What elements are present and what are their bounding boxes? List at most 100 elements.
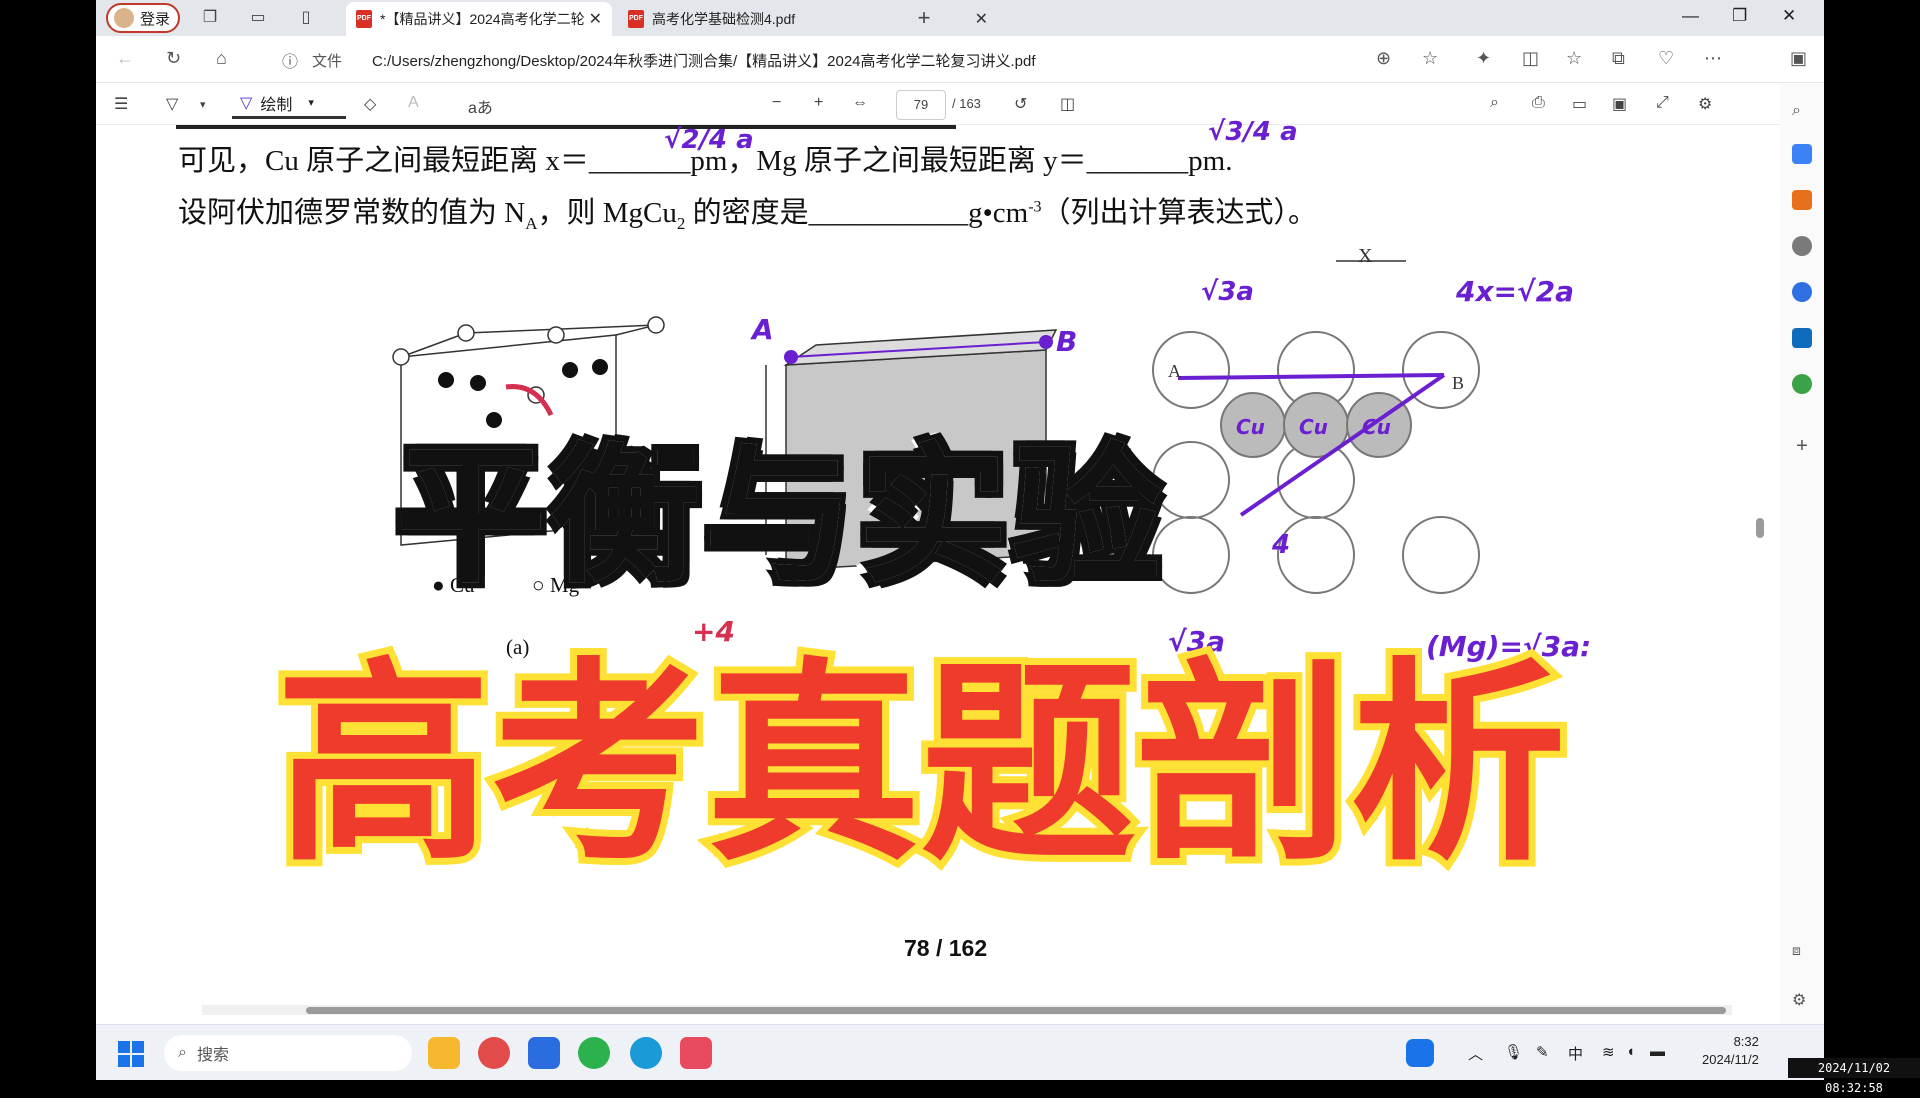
- close-tab-icon[interactable]: ✕: [975, 9, 988, 29]
- outlook-icon[interactable]: [1792, 328, 1812, 348]
- chevron-down-icon[interactable]: ▾: [200, 98, 206, 111]
- fullscreen-icon[interactable]: ⤢: [1656, 94, 1669, 112]
- handwritten-label: A: [752, 313, 774, 346]
- battery-icon[interactable]: ▬: [1650, 1043, 1665, 1060]
- zoom-in-icon[interactable]: +: [814, 94, 823, 112]
- wifi-icon[interactable]: ≋: [1602, 1043, 1615, 1061]
- screenshot-icon[interactable]: ⧈: [1792, 942, 1812, 962]
- horizontal-scrollbar[interactable]: [202, 1005, 1732, 1015]
- search-placeholder: 搜索: [196, 1047, 229, 1064]
- tag-icon[interactable]: [1792, 144, 1812, 164]
- refresh-icon[interactable]: ↻: [166, 48, 181, 69]
- pen-icon: ▽: [240, 94, 253, 112]
- save-as-icon[interactable]: ▣: [1612, 94, 1627, 114]
- handwritten-answer-x: √2/4 a: [664, 125, 754, 155]
- settings-icon[interactable]: ⚙: [1792, 990, 1812, 1010]
- file-explorer-icon[interactable]: [428, 1037, 460, 1069]
- handwritten-label: Cu: [1299, 415, 1328, 439]
- scrollbar-thumb[interactable]: [306, 1007, 1726, 1014]
- pen-icon[interactable]: ✎: [1536, 1043, 1549, 1061]
- volume-icon[interactable]: ◖: [1626, 1043, 1635, 1060]
- copilot-icon[interactable]: [1792, 282, 1812, 302]
- games-icon[interactable]: [1792, 236, 1812, 256]
- split-screen-icon[interactable]: ◫: [1522, 48, 1539, 69]
- handwritten-label: √3a: [1201, 277, 1254, 307]
- edge-sidebar: ⌕ + ⧈ ⚙: [1780, 84, 1824, 1024]
- pdf-icon: PDF: [628, 10, 644, 28]
- read-aloud-button[interactable]: aあ: [468, 94, 493, 118]
- draw-button[interactable]: ▽ 绘制 ▾: [232, 89, 346, 119]
- minimize-icon[interactable]: —: [1682, 6, 1699, 26]
- file-label: 文件: [312, 53, 343, 70]
- more-icon[interactable]: ⋯: [1704, 48, 1722, 69]
- print-icon[interactable]: ⎙: [1532, 94, 1545, 112]
- zoom-icon[interactable]: ⊕: [1376, 48, 1391, 69]
- highlight-icon[interactable]: ▽: [166, 94, 178, 114]
- sidebar-toggle-icon[interactable]: ▣: [1790, 48, 1807, 69]
- add-icon[interactable]: +: [1792, 436, 1812, 456]
- tab-active-pdf[interactable]: PDF *【精品讲义】2024高考化学二轮 ✕: [346, 2, 612, 36]
- rotate-icon[interactable]: ↺: [1014, 94, 1027, 114]
- chevron-down-icon: ▾: [308, 97, 314, 109]
- draw-label: 绘制: [260, 96, 293, 114]
- toolbox-icon[interactable]: [1792, 190, 1812, 210]
- search-icon[interactable]: ⌕: [1490, 94, 1499, 112]
- search-icon[interactable]: ⌕: [1792, 102, 1812, 122]
- search-icon: ⌕: [178, 1044, 187, 1061]
- page-icon[interactable]: ▯: [296, 8, 316, 28]
- save-icon[interactable]: ▭: [1572, 94, 1587, 114]
- restore-icon[interactable]: ❐: [1732, 6, 1747, 26]
- wps-icon[interactable]: [680, 1037, 712, 1069]
- login-button[interactable]: 登录: [106, 3, 180, 33]
- chevron-up-icon[interactable]: ︿: [1468, 1043, 1483, 1064]
- microphone-icon[interactable]: 🎙: [1504, 1043, 1523, 1061]
- favorites-icon[interactable]: ☆: [1566, 48, 1582, 69]
- fit-width-icon[interactable]: ⇔: [852, 94, 868, 112]
- close-tab-icon[interactable]: ✕: [589, 9, 602, 29]
- contents-icon[interactable]: ☰: [114, 94, 128, 114]
- login-label: 登录: [140, 10, 171, 28]
- handwritten-label: 4: [1272, 530, 1291, 560]
- handwritten-label: Cu: [1362, 415, 1391, 439]
- tab-title: *【精品讲义】2024高考化学二轮: [380, 11, 585, 27]
- favorite-icon[interactable]: ☆: [1422, 48, 1438, 69]
- extensions-icon[interactable]: ✦: [1476, 48, 1491, 69]
- handwritten-answer-y: √3/4 a: [1208, 117, 1298, 147]
- eraser-icon[interactable]: ◇: [364, 94, 376, 114]
- tab-actions-icon[interactable]: ▭: [248, 8, 268, 28]
- tab-title: 高考化学基础检测4.pdf: [652, 11, 796, 27]
- browser-essentials-icon[interactable]: ♡: [1658, 48, 1674, 69]
- system-clock[interactable]: 8:32 2024/11/2: [1702, 1033, 1759, 1069]
- text-size-icon[interactable]: A: [408, 94, 419, 112]
- vertical-scrollbar[interactable]: [1756, 518, 1764, 538]
- edge-icon[interactable]: [630, 1037, 662, 1069]
- workspaces-icon[interactable]: ❐: [200, 8, 220, 28]
- tab-pdf-2[interactable]: PDF 高考化学基础检测4.pdf ✕: [618, 2, 998, 36]
- widget-icon[interactable]: [1406, 1039, 1434, 1067]
- wechat-icon[interactable]: [578, 1037, 610, 1069]
- netease-music-icon[interactable]: [478, 1037, 510, 1069]
- circle-label: A: [1168, 361, 1181, 381]
- settings-icon[interactable]: ⚙: [1698, 94, 1712, 114]
- clipped-text-line: [176, 125, 956, 129]
- subscript: A: [525, 213, 538, 233]
- collections-icon[interactable]: ⧉: [1612, 48, 1625, 69]
- page-view-icon[interactable]: ◫: [1060, 94, 1075, 114]
- question-text: 的密度是___________g•cm: [685, 197, 1029, 229]
- taskbar-search[interactable]: ⌕ 搜索: [164, 1035, 412, 1071]
- overlay-title-top: 平衡与实验: [391, 425, 1167, 609]
- handwritten-label: Cu: [1236, 415, 1265, 439]
- back-icon[interactable]: ←: [116, 48, 134, 69]
- page-number-input[interactable]: 79: [896, 90, 946, 120]
- photos-icon[interactable]: [528, 1037, 560, 1069]
- tree-icon[interactable]: [1792, 374, 1812, 394]
- zoom-out-icon[interactable]: −: [772, 94, 781, 112]
- new-tab-button[interactable]: +: [914, 7, 934, 29]
- home-icon[interactable]: ⌂: [216, 48, 227, 69]
- close-window-icon[interactable]: ✕: [1782, 6, 1796, 26]
- url-field[interactable]: C:/Users/zhengzhong/Desktop/2024年秋季进门测合集…: [372, 50, 1036, 71]
- windows-start-icon[interactable]: [118, 1041, 144, 1067]
- page-total: / 163: [952, 96, 981, 111]
- ime-indicator[interactable]: 中: [1568, 1043, 1583, 1064]
- info-icon[interactable]: ⓘ: [282, 48, 298, 72]
